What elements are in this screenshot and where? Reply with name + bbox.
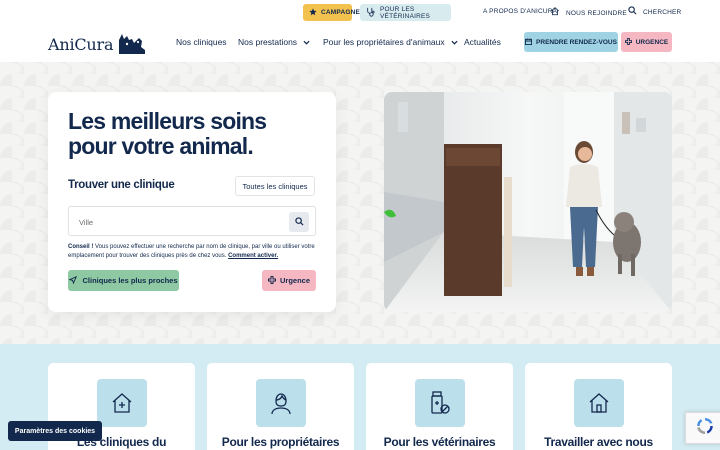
card-emergency-button[interactable]: Urgence bbox=[262, 270, 316, 291]
nav-services-label: Nos prestations bbox=[238, 37, 298, 47]
stethoscope-icon bbox=[366, 7, 376, 19]
home-icon bbox=[550, 6, 560, 18]
features-section: Les cliniques du Pour les propriétaires … bbox=[0, 344, 720, 450]
nearest-clinics-button[interactable]: Cliniques les plus proches bbox=[68, 270, 179, 291]
all-clinics-button[interactable]: Toutes les cliniques bbox=[235, 176, 315, 196]
nav-clinics-label: Nos cliniques bbox=[176, 37, 227, 47]
search-link[interactable]: CHERCHER bbox=[628, 6, 682, 17]
clinic-house-icon bbox=[97, 379, 147, 427]
emergency-button[interactable]: URGENCE bbox=[621, 32, 672, 52]
city-search-box bbox=[68, 206, 316, 236]
feature-card-work[interactable]: Travailler avec nous bbox=[525, 363, 672, 450]
chevron-down-icon bbox=[303, 37, 310, 47]
appointment-label: PRENDRE RENDEZ-VOUS bbox=[536, 38, 617, 46]
nearest-clinics-label: Cliniques les plus proches bbox=[82, 276, 178, 285]
find-clinic-heading: Trouver une clinique bbox=[68, 179, 175, 191]
location-arrow-icon bbox=[68, 275, 78, 286]
logo-text: AniCura bbox=[48, 35, 114, 54]
owner-person-icon bbox=[256, 379, 306, 427]
nav-news-label: Actualités bbox=[464, 37, 501, 47]
city-search-input[interactable] bbox=[79, 215, 279, 229]
chevron-down-icon bbox=[451, 37, 458, 47]
cross-icon bbox=[624, 37, 632, 47]
main-header: AniCura Nos cliniques Nos prestations Po… bbox=[0, 26, 720, 62]
anicura-logo[interactable]: AniCura bbox=[48, 29, 146, 60]
search-submit-button[interactable] bbox=[289, 212, 309, 232]
nav-services[interactable]: Nos prestations bbox=[238, 37, 310, 47]
clinic-finder-card: Les meilleurs soins pour votre animal. T… bbox=[48, 92, 336, 312]
calendar-icon bbox=[525, 37, 533, 47]
cross-icon bbox=[267, 275, 276, 286]
campaign-label: CAMPAGNE bbox=[321, 9, 361, 16]
vets-button[interactable]: POUR LES VÉTÉRINAIRES bbox=[360, 4, 451, 21]
campaign-button[interactable]: CAMPAGNE bbox=[303, 4, 360, 21]
join-link[interactable]: NOUS REJOINDRE bbox=[550, 6, 627, 18]
feature-card-vets[interactable]: Pour les vétérinaires bbox=[366, 363, 513, 450]
nav-news[interactable]: Actualités bbox=[464, 37, 501, 47]
search-icon bbox=[628, 6, 637, 17]
vet-medicine-icon bbox=[415, 379, 465, 427]
cat-dog-logo-icon bbox=[116, 29, 146, 60]
nav-owners[interactable]: Pour les propriétaires d'animaux bbox=[323, 37, 458, 47]
recaptcha-badge[interactable] bbox=[685, 412, 720, 444]
hero-title: Les meilleurs soins pour votre animal. bbox=[68, 108, 267, 159]
about-label: A PROPOS D'ANICURA bbox=[483, 8, 558, 15]
work-house-icon bbox=[574, 379, 624, 427]
feature-title: Travailler avec nous bbox=[544, 435, 653, 449]
search-tip: Conseil ! Vous pouvez effectuer une rech… bbox=[68, 243, 318, 261]
about-link[interactable]: A PROPOS D'ANICURA bbox=[483, 8, 557, 15]
search-label: CHERCHER bbox=[643, 9, 682, 16]
cookie-settings-button[interactable]: Paramètres des cookies bbox=[8, 421, 102, 441]
hero-section: Les meilleurs soins pour votre animal. T… bbox=[0, 62, 720, 344]
emergency-label: URGENCE bbox=[635, 38, 669, 46]
nav-owners-label: Pour les propriétaires d'animaux bbox=[323, 37, 445, 47]
recaptcha-icon bbox=[695, 416, 715, 441]
appointment-button[interactable]: PRENDRE RENDEZ-VOUS bbox=[524, 32, 618, 52]
utility-bar: CAMPAGNE POUR LES VÉTÉRINAIRES A PROPOS … bbox=[0, 0, 720, 26]
feature-title: Pour les vétérinaires bbox=[383, 435, 496, 449]
nav-clinics[interactable]: Nos cliniques bbox=[176, 37, 227, 47]
tip-activate-link[interactable]: Comment activer. bbox=[228, 253, 278, 259]
join-label: NOUS REJOINDRE bbox=[566, 9, 627, 17]
feature-title: Pour les propriétaires bbox=[221, 435, 340, 449]
search-icon bbox=[294, 213, 304, 231]
card-emergency-label: Urgence bbox=[279, 276, 310, 285]
feature-card-owners[interactable]: Pour les propriétaires bbox=[207, 363, 354, 450]
star-icon bbox=[309, 7, 317, 18]
tip-bold: Conseil ! bbox=[68, 244, 94, 250]
vets-label: POUR LES VÉTÉRINAIRES bbox=[380, 5, 431, 20]
hero-photo-woman-with-dog bbox=[384, 92, 672, 312]
